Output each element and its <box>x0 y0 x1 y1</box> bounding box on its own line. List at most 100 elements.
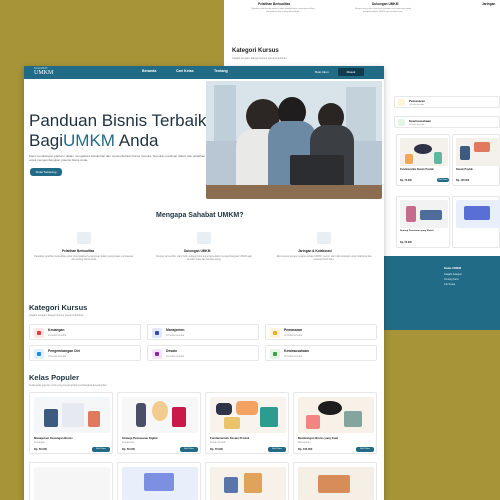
course-price: Rp. 50.000 <box>122 448 135 451</box>
why-item-text: Jalin koneksi dengan sesama pelaku UMKM,… <box>276 256 372 262</box>
course-price: Rp. 70.000 <box>400 179 412 182</box>
popular-subtitle: Kelas-kelas populer untuk yang mengingin… <box>29 384 107 387</box>
course-category: Pemasaran <box>122 440 135 444</box>
course-category: Desain Produk <box>210 440 226 444</box>
category-card[interactable]: Kewirausahaan 10 kelas tersedia <box>265 345 377 361</box>
feature-text: Dengan semua fitur, kami hadir sebagai m… <box>354 8 412 13</box>
support-icon <box>197 232 211 244</box>
handshake-icon <box>398 119 405 126</box>
course-title: Membangun Bisnis yang Kuat <box>298 436 338 440</box>
course-price: Rp. 50.000 <box>400 241 412 244</box>
category-card[interactable]: Pengembangan Diri 10 kelas tersedia <box>29 345 141 361</box>
category-card[interactable]: Desain 10 kelas tersedia <box>147 345 259 361</box>
course-thumbnail <box>456 200 500 228</box>
course-thumbnail <box>210 397 286 433</box>
course-price: Rp. 100.000 <box>456 179 470 182</box>
course-card[interactable]: Strategi Pemasaran Digital Pemasaran Rp.… <box>117 392 201 454</box>
course-card[interactable] <box>29 462 113 500</box>
footer-heading: Kelas UMKM <box>444 266 461 270</box>
category-name: Keuangan <box>48 327 65 332</box>
category-name: Pengembangan Diri <box>48 348 80 353</box>
course-card[interactable]: Membangun Bisnis yang Kuat Manajemen Rp.… <box>293 392 377 454</box>
hero-image <box>206 81 382 199</box>
course-thumbnail <box>34 397 110 433</box>
course-price: Rp. 70.000 <box>210 448 223 451</box>
course-thumbnail <box>122 467 198 500</box>
course-category: Manajemen <box>298 440 311 444</box>
footer-link[interactable]: Jelajahi Kategori <box>444 273 462 276</box>
category-title: Kategori Kursus <box>232 48 279 54</box>
category-subtitle: Jelajahi beragam kategori kursus sesuai … <box>232 57 287 60</box>
hero-description: Kami membangun platform dalam mengakses … <box>29 154 206 163</box>
category-icon <box>270 328 280 338</box>
network-icon <box>317 232 331 244</box>
category-icon <box>34 328 44 338</box>
category-count: 10 kelas tersedia <box>284 355 303 358</box>
footer-link[interactable]: Tentang Kami <box>444 278 459 281</box>
course-thumbnail <box>298 397 374 433</box>
megaphone-icon <box>398 99 405 106</box>
course-card[interactable]: Strategi Pemasaran yang Efektif Rp. 50.0… <box>396 196 450 248</box>
category-name: Kewirausahaan <box>284 348 309 353</box>
category-name: Kewirausahaan <box>409 119 432 123</box>
main-page-screenshot: SAHABAT UMKM Beranda Cari Kelas Tentang … <box>24 66 384 500</box>
course-price: Rp. 50.000 <box>34 448 47 451</box>
why-item-title: Jaringan & Kolaborasi <box>298 249 332 253</box>
hero-title-highlight: UMKM <box>63 131 115 150</box>
register-link[interactable]: Buat Akun <box>315 70 329 74</box>
category-icon <box>34 349 44 359</box>
category-icon <box>270 349 280 359</box>
start-now-button[interactable]: Mulai Sekarang <box>30 168 62 176</box>
feature-title: Jaringan <box>482 2 496 6</box>
footer: Kelas UMKM Jelajahi Kategori Tentang Kam… <box>384 256 500 330</box>
nav-link-cari-kelas[interactable]: Cari Kelas <box>176 69 194 73</box>
nav-link-beranda[interactable]: Beranda <box>142 69 156 73</box>
course-category: Keuangan <box>34 440 45 444</box>
category-card[interactable]: Keuangan 10 kelas tersedia <box>29 324 141 340</box>
category-card-kewirausahaan[interactable]: Kewirausahaan 10 kelas tersedia <box>394 116 500 128</box>
category-name: Manajemen <box>166 327 185 332</box>
categories-title: Kategori Kursus <box>29 303 88 312</box>
course-card[interactable]: Fundamentals Desain Produk Desain Produk… <box>205 392 289 454</box>
category-name: Pemasaran <box>284 327 303 332</box>
category-count: 10 kelas tersedia <box>166 334 185 337</box>
course-thumbnail <box>400 138 448 166</box>
category-card[interactable]: Manajemen 10 kelas tersedia <box>147 324 259 340</box>
category-count: 10 kelas tersedia <box>409 104 425 106</box>
buy-course-button[interactable]: Beli Kelas <box>180 447 198 452</box>
feature-title: Pelatihan Berkualitas <box>258 2 291 6</box>
buy-course-button[interactable]: Beli Kelas <box>92 447 110 452</box>
navbar: SAHABAT UMKM Beranda Cari Kelas Tentang … <box>24 66 384 79</box>
logo[interactable]: UMKM <box>34 70 53 76</box>
buy-course-button[interactable]: Beli Kelas <box>268 447 286 452</box>
course-thumbnail <box>400 200 448 228</box>
course-card[interactable] <box>452 196 500 248</box>
why-item-title: Pelatihan Berkualitas <box>62 249 95 253</box>
category-count: 10 kelas tersedia <box>166 355 185 358</box>
footer-link[interactable]: Cari Kelas <box>444 283 455 286</box>
buy-course-button[interactable]: Beli Kelas <box>356 447 374 452</box>
login-button[interactable]: Masuk <box>338 68 364 76</box>
course-title: Fundamentals Desain Produk <box>400 168 434 171</box>
course-thumbnail <box>298 467 374 500</box>
course-card[interactable] <box>205 462 289 500</box>
feature-text: Dapatkan pelatihan berkualitas untuk men… <box>251 8 315 13</box>
course-title: Manajemen Keuangan Bisnis <box>34 436 73 440</box>
course-card[interactable]: Desain Produk Rp. 100.000 <box>452 134 500 186</box>
category-card[interactable]: Pemasaran 10 kelas tersedia <box>265 324 377 340</box>
category-name: Pemasaran <box>409 99 426 103</box>
course-card[interactable] <box>117 462 201 500</box>
popular-title: Kelas Populer <box>29 373 80 382</box>
category-card-pemasaran[interactable]: Pemasaran 10 kelas tersedia <box>394 96 500 108</box>
buy-course-button[interactable]: Beli Kelas <box>437 178 449 182</box>
course-title: Fundamentals Desain Produk <box>210 436 250 440</box>
feature-title: Dukungan UMKM <box>372 2 399 6</box>
categories-subtitle: Jelajahi beragam kategori kursus sesuai … <box>29 314 84 317</box>
course-card[interactable] <box>293 462 377 500</box>
why-item-text: Dapatkan pelatihan berkualitas untuk men… <box>34 256 134 262</box>
course-card[interactable]: Fundamentals Desain Produk Rp. 70.000 Be… <box>396 134 450 186</box>
course-card[interactable]: Manajemen Keuangan Bisnis Keuangan Rp. 5… <box>29 392 113 454</box>
course-thumbnail <box>122 397 198 433</box>
nav-link-tentang[interactable]: Tentang <box>214 69 228 73</box>
course-thumbnail <box>34 467 110 500</box>
